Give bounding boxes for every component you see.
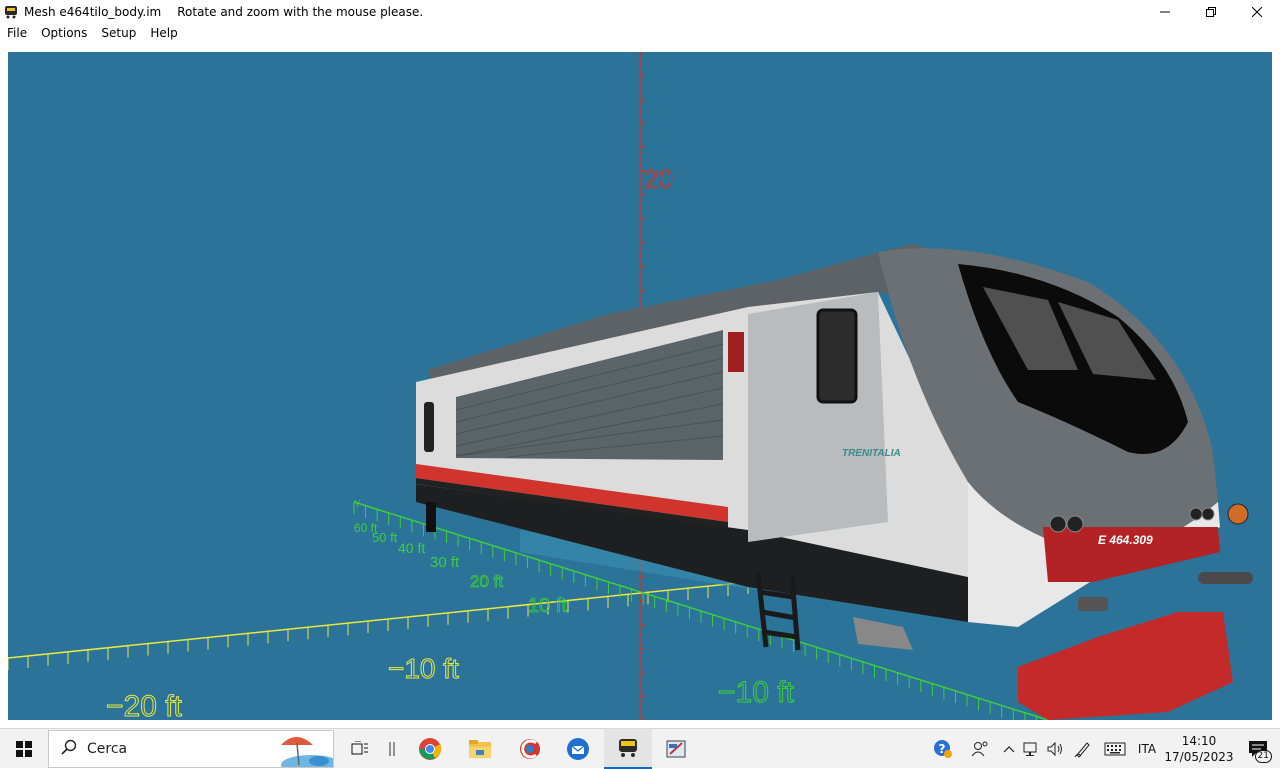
show-hidden-icons-button[interactable] [998, 729, 1020, 769]
volume-icon [1047, 741, 1062, 757]
system-tray: ? ITA 14:10 17/05/2023 21 [924, 729, 1280, 769]
editor-app-icon [666, 740, 686, 758]
window-title: Mesh e464tilo_body.im [24, 4, 162, 19]
grid-label-x-neg10: −10 ft [388, 653, 459, 684]
notification-count-badge: 21 [1254, 750, 1272, 763]
grid-label-20: 20 ft [470, 572, 503, 591]
search-icon [61, 739, 77, 759]
search-input[interactable] [87, 741, 247, 757]
menu-setup[interactable]: Setup [94, 26, 143, 40]
grid-label-10: 10 ft [528, 595, 567, 617]
pen-tray-button[interactable] [1068, 729, 1098, 769]
touch-keyboard-button[interactable] [1098, 729, 1132, 769]
taskbar-search[interactable] [48, 730, 334, 768]
z-axis-label: 20 [644, 164, 673, 194]
minimize-icon [1160, 11, 1170, 12]
grid-label-x-neg20: −20 ft [106, 690, 183, 720]
grid-label-40: 40 ft [398, 540, 425, 556]
menu-options[interactable]: Options [34, 26, 94, 40]
language-indicator[interactable]: ITA [1132, 729, 1162, 769]
windows-icon [16, 741, 32, 757]
restore-icon [1206, 6, 1216, 17]
volume-tray-button[interactable] [1044, 729, 1068, 769]
taskbar: ? ITA 14:10 17/05/2023 21 [0, 728, 1280, 769]
clock-date: 17/05/2023 [1164, 750, 1234, 764]
grid-label-30: 30 ft [430, 554, 460, 571]
menu-bar: File Options Setup Help [0, 23, 1280, 43]
start-button[interactable] [0, 729, 48, 769]
explorer-taskbar-button[interactable] [456, 729, 504, 769]
ccleaner-taskbar-button[interactable] [506, 729, 554, 769]
grid-label-50: 50 ft [372, 530, 398, 545]
thunderbird-taskbar-button[interactable] [554, 729, 602, 769]
3d-viewport[interactable]: 20 −20 ft −10 ft Y 60 ft 50 ft 40 ft 30 … [8, 52, 1272, 720]
clock-time: 14:10 [1181, 734, 1217, 748]
chrome-icon [419, 738, 442, 760]
people-tray-button[interactable] [962, 729, 998, 769]
menu-file[interactable]: File [0, 26, 34, 40]
close-icon [1252, 6, 1262, 17]
help-tray-button[interactable]: ? [924, 729, 962, 769]
clock-area[interactable]: 14:10 17/05/2023 [1162, 729, 1236, 769]
window-controls [1142, 0, 1280, 23]
editor-taskbar-button[interactable] [652, 729, 700, 769]
train-app-icon [619, 739, 637, 757]
ccleaner-icon [520, 739, 540, 759]
people-icon [971, 741, 988, 757]
grid-label-y-axis: Y [354, 499, 361, 510]
locomotive-model: E 464.309 TRENITALIA [416, 244, 1253, 720]
scene-canvas: 20 −20 ft −10 ft Y 60 ft 50 ft 40 ft 30 … [8, 52, 1253, 720]
thunderbird-icon [567, 738, 589, 760]
title-bar: Mesh e464tilo_body.im Rotate and zoom wi… [0, 0, 1280, 23]
menu-help[interactable]: Help [143, 26, 184, 40]
minimize-button[interactable] [1142, 0, 1188, 23]
close-button[interactable] [1234, 0, 1280, 23]
window-hint: Rotate and zoom with the mouse please. [177, 4, 424, 19]
divider-icon [389, 742, 395, 756]
chrome-taskbar-button[interactable] [406, 729, 454, 769]
app-train-icon [4, 5, 18, 19]
keyboard-icon [1104, 742, 1126, 756]
folder-icon [469, 740, 491, 758]
task-view-icon [351, 741, 368, 755]
train-viewer-taskbar-button[interactable] [604, 729, 652, 769]
x-grid-axis: −20 ft −10 ft [8, 579, 769, 720]
grid-label-y-neg10: −10 ft [718, 676, 795, 709]
notification-center-button[interactable]: 21 [1236, 729, 1280, 769]
chevron-up-icon [1003, 746, 1015, 753]
pen-icon [1074, 742, 1090, 758]
loco-number: E 464.309 [1098, 533, 1153, 547]
help-icon: ? [934, 740, 952, 758]
restore-button[interactable] [1188, 0, 1234, 23]
search-highlight-icon [263, 731, 333, 767]
network-tray-button[interactable] [1020, 729, 1044, 769]
brand-label: TRENITALIA [842, 448, 901, 459]
network-icon [1023, 742, 1037, 756]
